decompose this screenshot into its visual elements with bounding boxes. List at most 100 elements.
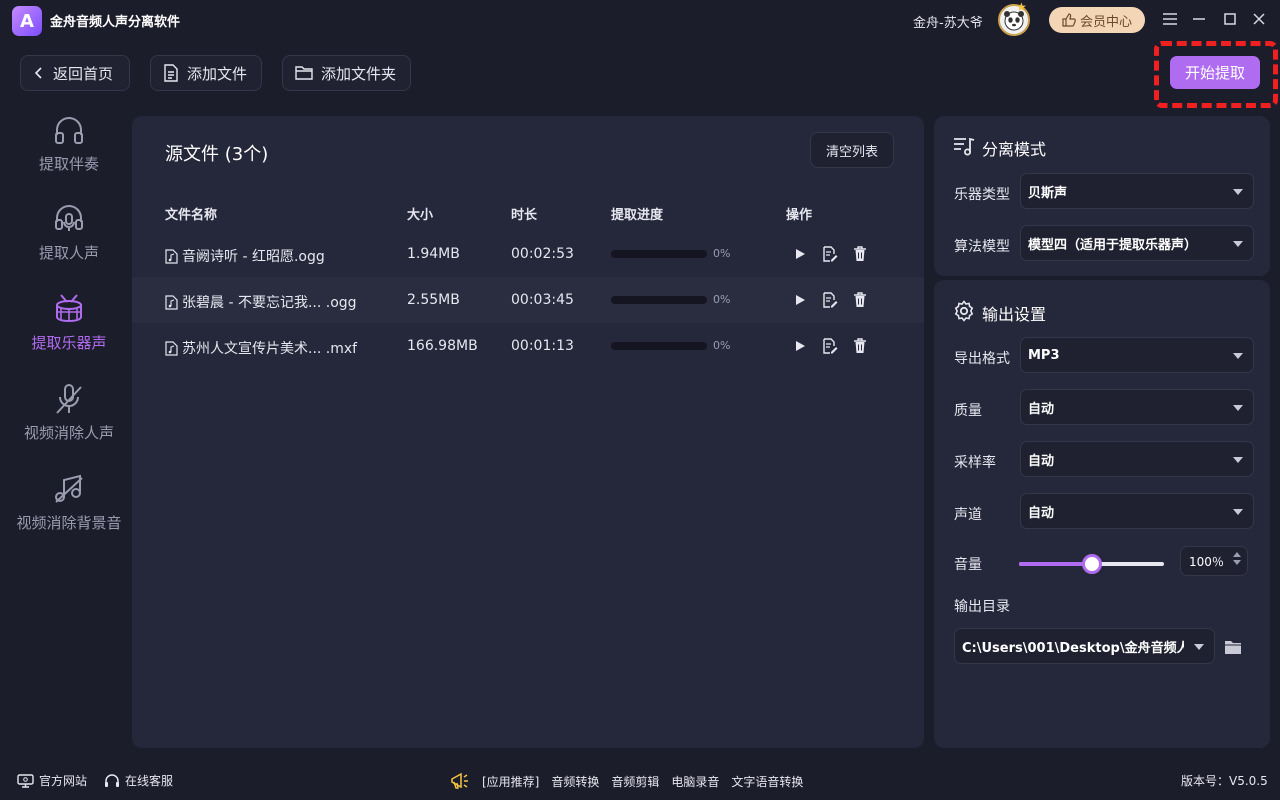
progress-percent: 0% <box>713 293 731 306</box>
file-size: 2.55MB <box>407 292 460 308</box>
volume-slider-handle[interactable] <box>1081 554 1102 574</box>
back-home-button[interactable]: 返回首页 <box>20 55 130 91</box>
official-website-link[interactable]: 官方网站 <box>17 772 87 789</box>
delete-icon[interactable] <box>850 336 870 356</box>
play-icon[interactable] <box>790 244 810 264</box>
file-name-cell: 苏州人文宣传片美术... .mxf <box>165 338 357 358</box>
output-dir-select[interactable]: C:\Users\001\Desktop\金舟音频人声分离软件 <box>954 628 1215 664</box>
file-list-title: 源文件 (3个) <box>165 144 269 165</box>
sidebar-item-extract-accompaniment[interactable]: 提取伴奏 <box>0 113 138 193</box>
stepper-down-icon[interactable] <box>1233 560 1241 565</box>
start-extract-button[interactable]: 开始提取 <box>1170 56 1260 89</box>
browse-folder-icon[interactable] <box>1224 640 1242 655</box>
instrument-type-select[interactable]: 贝斯声 <box>1020 173 1254 209</box>
quality-label: 质量 <box>954 403 982 419</box>
output-settings-panel: 输出设置 导出格式 MP3 质量 自动 采样率 自动 声道 自动 音量 100％… <box>934 280 1270 748</box>
gear-icon <box>954 300 974 322</box>
footer-link-audio-edit[interactable]: 音频剪辑 <box>611 773 659 790</box>
separation-mode-title: 分离模式 <box>982 140 1047 159</box>
add-file-button[interactable]: 添加文件 <box>150 55 262 91</box>
sidebar-item-label: 提取乐器声 <box>31 334 107 352</box>
export-format-label: 导出格式 <box>954 351 1010 367</box>
edit-file-icon[interactable] <box>820 290 840 310</box>
volume-label: 音量 <box>954 557 982 573</box>
chevron-down-icon <box>1233 405 1243 411</box>
version-text: 版本号：V5.0.5 <box>1181 774 1268 788</box>
sample-rate-label: 采样率 <box>954 455 996 471</box>
progress-percent: 0% <box>713 339 731 352</box>
progress-bar <box>611 296 707 304</box>
music-off-icon <box>55 474 83 503</box>
vip-center-label: 会员中心 <box>1079 14 1132 30</box>
separation-mode-panel: 分离模式 乐器类型 贝斯声 算法模型 模型四（适用于提取乐器声） <box>934 116 1270 276</box>
headphones-icon <box>55 117 83 144</box>
volume-input[interactable]: 100％ <box>1180 546 1248 576</box>
folder-icon <box>295 66 313 80</box>
online-service-link[interactable]: 在线客服 <box>104 772 173 789</box>
progress-bar <box>611 342 707 350</box>
instrument-type-value: 贝斯声 <box>1028 185 1068 201</box>
table-row[interactable]: 苏州人文宣传片美术... .mxf 166.98MB 00:01:13 0% <box>132 323 924 369</box>
monitor-icon <box>17 773 34 788</box>
volume-value: 100％ <box>1189 554 1224 569</box>
table-row[interactable]: 音阙诗听 - 红昭愿.ogg 1.94MB 00:02:53 0% <box>132 231 924 277</box>
title-bar: A 金舟音频人声分离软件 金舟-苏大爷 ★ 会员中心 <box>0 0 1280 40</box>
edit-file-icon[interactable] <box>820 244 840 264</box>
file-size: 166.98MB <box>407 338 478 354</box>
volume-slider[interactable] <box>1019 554 1164 574</box>
app-logo-letter: A <box>20 10 34 32</box>
megaphone-icon <box>451 772 468 789</box>
file-name-cell: 张碧晨 - 不要忘记我... .ogg <box>165 292 357 312</box>
progress-percent: 0% <box>713 247 731 260</box>
close-icon[interactable] <box>1249 9 1269 29</box>
recommend-label: [应用推荐] <box>482 774 540 789</box>
algorithm-model-value: 模型四（适用于提取乐器声） <box>1028 237 1198 253</box>
channel-value: 自动 <box>1028 505 1055 521</box>
column-header-progress: 提取进度 <box>611 208 664 223</box>
sidebar-item-video-remove-background[interactable]: 视频消除背景音 <box>0 472 138 552</box>
footer-link-pc-recorder[interactable]: 电脑录音 <box>671 773 719 790</box>
quality-select[interactable]: 自动 <box>1020 389 1254 425</box>
add-folder-label: 添加文件夹 <box>321 64 397 83</box>
volume-stepper[interactable] <box>1233 552 1241 565</box>
music-list-icon <box>954 137 975 156</box>
headset-mic-icon <box>55 205 83 231</box>
algorithm-model-label: 算法模型 <box>954 239 1010 255</box>
menu-icon[interactable] <box>1160 9 1180 29</box>
chevron-left-icon <box>34 67 42 79</box>
file-name: 苏州人文宣传片美术... .mxf <box>182 341 358 357</box>
channel-select[interactable]: 自动 <box>1020 493 1254 529</box>
chevron-down-icon <box>1233 457 1243 463</box>
table-row[interactable]: 张碧晨 - 不要忘记我... .ogg 2.55MB 00:03:45 0% <box>132 277 924 323</box>
export-format-select[interactable]: MP3 <box>1020 337 1254 373</box>
sidebar-item-label: 提取伴奏 <box>38 155 99 173</box>
audio-file-icon <box>165 294 178 310</box>
footer-link-text-to-speech[interactable]: 文字语音转换 <box>731 773 803 790</box>
chevron-down-icon <box>1233 509 1243 515</box>
sidebar-item-label: 视频消除人声 <box>23 424 114 442</box>
minimize-icon[interactable] <box>1189 9 1209 29</box>
sidebar-item-label: 视频消除背景音 <box>16 514 122 532</box>
sample-rate-select[interactable]: 自动 <box>1020 441 1254 477</box>
edit-file-icon[interactable] <box>820 336 840 356</box>
play-icon[interactable] <box>790 336 810 356</box>
footer-link-audio-convert[interactable]: 音频转换 <box>551 773 599 790</box>
stepper-up-icon[interactable] <box>1233 552 1241 557</box>
play-icon[interactable] <box>790 290 810 310</box>
column-header-name: 文件名称 <box>165 208 218 223</box>
delete-icon[interactable] <box>850 244 870 264</box>
sidebar-item-extract-vocals[interactable]: 提取人声 <box>0 202 138 282</box>
delete-icon[interactable] <box>850 290 870 310</box>
user-name[interactable]: 金舟-苏大爷 <box>913 12 983 31</box>
maximize-icon[interactable] <box>1220 9 1240 29</box>
algorithm-model-select[interactable]: 模型四（适用于提取乐器声） <box>1020 225 1254 261</box>
clear-list-button[interactable]: 清空列表 <box>810 132 894 168</box>
vip-center-button[interactable]: 会员中心 <box>1049 7 1145 33</box>
add-folder-button[interactable]: 添加文件夹 <box>282 55 411 91</box>
file-duration: 00:03:45 <box>511 292 574 308</box>
column-header-actions: 操作 <box>786 208 813 223</box>
thumb-up-icon <box>1062 13 1076 27</box>
sidebar-item-video-remove-vocals[interactable]: 视频消除人声 <box>0 382 138 462</box>
sidebar-item-extract-instrument[interactable]: 提取乐器声 <box>0 292 138 372</box>
sample-rate-value: 自动 <box>1028 453 1055 469</box>
